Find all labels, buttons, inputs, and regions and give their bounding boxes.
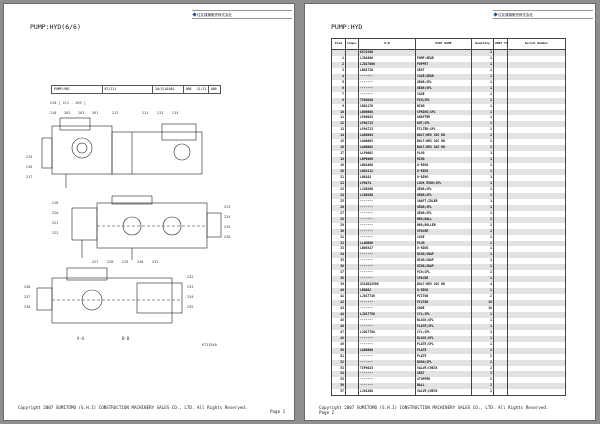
- callout: 236: [24, 285, 30, 289]
- quantity-cell: 2: [471, 389, 494, 397]
- callout: 230: [137, 260, 143, 264]
- reference-range: 210 [ 211 - 269 ]: [50, 101, 86, 105]
- part-name-cell: VALVE;CHECK: [415, 389, 472, 397]
- callout: 231: [152, 260, 158, 264]
- callout: 221: [52, 221, 58, 225]
- column-header: Compo.: [345, 38, 359, 50]
- page-number: Page 2: [319, 410, 335, 415]
- strip-cell: 000: [210, 87, 217, 91]
- callout: 229: [122, 260, 128, 264]
- callout: 222: [52, 231, 58, 235]
- page-1-diagram: 住友建機販売株式会社 PUMP:HYD(6/6) PUMP;HYD KT/J11…: [3, 3, 295, 421]
- strip-cell: 2A(S)A1001: [153, 86, 184, 93]
- strip-cell: 11/11: [195, 86, 209, 93]
- strip-cell: PUMP;HYD: [52, 86, 103, 93]
- callout: 212: [112, 111, 118, 115]
- serial-number-cell: [507, 389, 566, 397]
- callout: 225: [224, 225, 230, 229]
- drawing-code: KTJ1940: [202, 343, 217, 347]
- page-title: PUMP:HYD(6/6): [30, 23, 81, 31]
- column-header: Quantity: [471, 38, 494, 50]
- column-header: Item: [331, 38, 346, 50]
- column-header: PART NAME: [415, 38, 472, 50]
- middle-assembly-view: [71, 195, 222, 260]
- callout: 217: [26, 175, 32, 179]
- callout: 214: [172, 111, 178, 115]
- exploded-pump-diagram: 210 262 263 261 212 211 213 214 215 216 …: [24, 111, 230, 347]
- column-header: Serial Number: [507, 38, 566, 50]
- callout: 235: [187, 305, 193, 309]
- callout: 233: [187, 285, 193, 289]
- callout: 227: [92, 260, 98, 264]
- section-label: B-B: [122, 336, 130, 341]
- page-2-parts-list: 住友建機販売株式会社 PUMP:HYD Item Compo. P/N PART NA…: [304, 3, 596, 421]
- table-header-row: ItemCompo.P/NPART NAMEQuantityAMDT TYPES…: [331, 38, 566, 50]
- callout: 232: [187, 275, 193, 279]
- table-row: 57 LJ01200 VALVE;CHECK 2: [331, 389, 566, 397]
- column-header: P/N: [358, 38, 416, 50]
- part-number-cell: LJ01200: [358, 389, 416, 397]
- callout: 263: [78, 111, 84, 115]
- item-number-cell: 57: [331, 389, 346, 397]
- upper-assembly-view: [41, 117, 203, 188]
- callout: 215: [26, 155, 32, 159]
- column-header: AMDT TYPE: [493, 38, 508, 50]
- lower-section-view: [36, 267, 183, 324]
- callout: 220: [52, 211, 58, 215]
- callout: 224: [224, 215, 230, 219]
- company-logo: 住友建機販売株式会社: [493, 10, 593, 19]
- callout: 261: [92, 111, 98, 115]
- drawing-title-strip: PUMP;HYD KT/J11 2A(S)A1001 000 11/11 000: [51, 85, 221, 94]
- callout: 210: [50, 111, 56, 115]
- callout: 213: [157, 111, 163, 115]
- callout: 218: [52, 201, 58, 205]
- callout: 238: [24, 305, 30, 309]
- callout: 223: [224, 205, 230, 209]
- page-number: Page 1: [270, 409, 286, 414]
- parts-table: ItemCompo.P/NPART NAMEQuantityAMDT TYPES…: [331, 38, 566, 397]
- amdt-type-cell: [493, 389, 508, 397]
- copyright-footer: Copyright 2007 SUMITOMO (S.H.I) CONSTRUC…: [18, 405, 248, 410]
- callout: 262: [64, 111, 70, 115]
- company-logo: 住友建機販売株式会社: [192, 10, 292, 19]
- callout: 211: [142, 111, 148, 115]
- callout: 228: [107, 260, 113, 264]
- callout: 226: [224, 235, 230, 239]
- callout: 216: [26, 165, 32, 169]
- copyright-footer: Copyright 2007 SUMITOMO (S.H.I) CONSTRUC…: [319, 405, 549, 410]
- section-label: A-A: [77, 336, 85, 341]
- page-title: PUMP:HYD: [331, 23, 363, 31]
- strip-cell: KT/J11: [103, 86, 154, 93]
- callout: 237: [24, 295, 30, 299]
- component-cell: [345, 389, 359, 397]
- strip-cell: 000: [185, 87, 192, 91]
- callout: 234: [187, 295, 193, 299]
